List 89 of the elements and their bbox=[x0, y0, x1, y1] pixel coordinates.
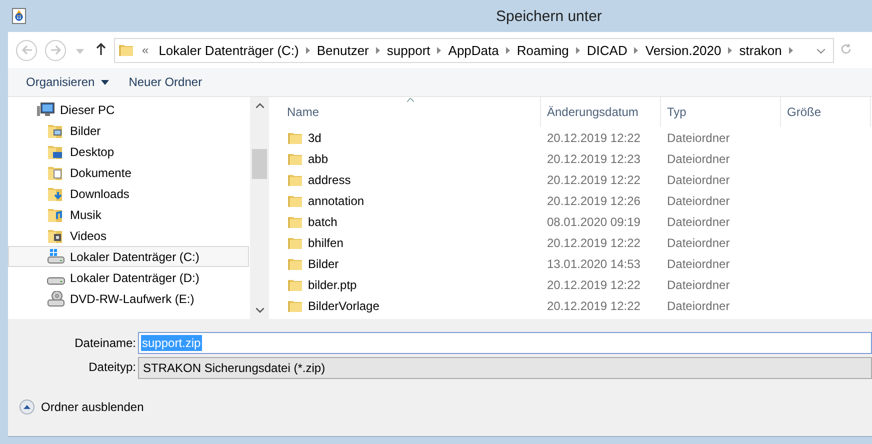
file-name[interactable]: address bbox=[269, 172, 541, 188]
sidebar-item[interactable]: Dokumente bbox=[8, 162, 249, 183]
breadcrumb-item[interactable]: Benutzer bbox=[312, 42, 373, 58]
dvd-drive-icon bbox=[47, 290, 65, 306]
file-name[interactable]: BilderVorlage bbox=[269, 298, 541, 314]
column-header[interactable]: Änderungsdatum bbox=[541, 97, 661, 127]
table-cell-text: 13.01.2020 14:53 bbox=[546, 256, 642, 270]
table-cell-text: Dateiordner bbox=[666, 298, 731, 312]
column-header[interactable]: Name bbox=[269, 97, 541, 127]
forward-arrow-icon bbox=[50, 45, 62, 55]
breadcrumb-item[interactable]: support bbox=[382, 42, 434, 58]
chevron-icon[interactable] bbox=[376, 47, 380, 54]
back-arrow-icon bbox=[20, 45, 32, 55]
table-cell-text: 20.12.2019 12:22 bbox=[546, 236, 642, 250]
table-cell-text: Dateiordner bbox=[666, 194, 731, 208]
sidebar-item[interactable]: Downloads bbox=[8, 183, 249, 204]
sidebar-item[interactable]: Desktop bbox=[8, 141, 249, 162]
chevron-icon[interactable] bbox=[634, 47, 638, 54]
chevron-icon[interactable] bbox=[788, 47, 793, 54]
documents-folder-icon bbox=[47, 164, 65, 180]
folder-icon bbox=[118, 42, 134, 58]
field-label: Dateiname: bbox=[74, 336, 137, 350]
videos-folder-icon bbox=[47, 228, 65, 244]
downloads-folder-icon bbox=[47, 186, 65, 202]
sidebar-item[interactable]: Lokaler Datenträger (D:) bbox=[8, 267, 249, 288]
desktop-folder-icon bbox=[47, 144, 65, 160]
address-bar[interactable]: « Lokaler Datenträger (C:) Benutzer support AppData Roaming DICAD Version.2020 strakon bbox=[114, 38, 834, 62]
table-cell-text: Dateiordner bbox=[666, 256, 731, 270]
file-name[interactable]: bhilfen bbox=[269, 234, 541, 250]
table-cell-text: 08.01.2020 09:19 bbox=[546, 214, 642, 228]
collapse-icon bbox=[19, 399, 35, 415]
column-header[interactable]: Typ bbox=[661, 97, 781, 127]
file-name[interactable]: 3d bbox=[269, 130, 541, 146]
table-cell-text: Dateiordner bbox=[666, 236, 731, 250]
table-cell-text: Dateiordner bbox=[666, 278, 731, 292]
table-cell-text: 20.12.2019 12:22 bbox=[546, 298, 642, 312]
table-cell-text: Dateiordner bbox=[666, 214, 731, 228]
window-title: Speichern unter bbox=[496, 8, 602, 24]
column-header[interactable]: Größe bbox=[781, 97, 871, 127]
sidebar-item[interactable]: Videos bbox=[8, 225, 249, 246]
sidebar-item[interactable]: Lokaler Datenträger (C:) bbox=[8, 246, 249, 267]
toolbar-button[interactable]: Neuer Ordner bbox=[120, 71, 210, 93]
chevron-icon[interactable] bbox=[506, 47, 510, 54]
breadcrumb-item[interactable]: Roaming bbox=[512, 42, 573, 58]
hide-folders-toggle[interactable]: Ordner ausblenden bbox=[19, 399, 144, 415]
file-name[interactable]: Bilder bbox=[269, 256, 541, 272]
sidebar-item[interactable]: Bilder bbox=[8, 120, 249, 141]
chevron-icon[interactable] bbox=[306, 47, 310, 54]
scrollbar-thumb[interactable] bbox=[252, 149, 267, 179]
table-cell-text: Dateiordner bbox=[666, 130, 731, 144]
refresh-icon[interactable] bbox=[840, 42, 852, 54]
file-name[interactable]: abb bbox=[269, 150, 541, 166]
drive-icon bbox=[47, 276, 65, 284]
breadcrumb-item[interactable]: strakon bbox=[735, 42, 786, 58]
system-drive-icon bbox=[47, 248, 65, 264]
table-cell-text: 20.12.2019 12:26 bbox=[546, 194, 642, 208]
sidebar-item[interactable]: Musik bbox=[8, 204, 249, 225]
table-cell-text: 20.12.2019 12:22 bbox=[546, 278, 642, 292]
dropdown-icon[interactable] bbox=[817, 49, 825, 54]
filetype-dropdown[interactable]: STRAKON Sicherungsdatei (*.zip) bbox=[138, 357, 872, 379]
table-cell-text: 20.12.2019 12:23 bbox=[546, 152, 642, 166]
caret-icon bbox=[100, 80, 109, 84]
file-name[interactable]: batch bbox=[269, 214, 541, 230]
table-cell-text: Dateiordner bbox=[666, 152, 731, 166]
file-name[interactable]: annotation bbox=[269, 192, 541, 208]
scroll-up-icon[interactable] bbox=[256, 103, 264, 108]
chevron-icon[interactable] bbox=[728, 47, 732, 54]
organize-menu[interactable]: Organisieren bbox=[18, 71, 117, 93]
breadcrumb-item[interactable]: Lokaler Datenträger (C:) bbox=[154, 42, 303, 58]
sidebar-item[interactable]: DVD-RW-Laufwerk (E:) bbox=[8, 288, 249, 309]
computer-icon bbox=[37, 102, 55, 118]
music-folder-icon bbox=[47, 206, 65, 222]
scrollbar[interactable] bbox=[250, 97, 268, 319]
table-cell-text: Dateiordner bbox=[666, 172, 731, 186]
app-icon bbox=[12, 8, 26, 24]
breadcrumb-item[interactable]: Version.2020 bbox=[641, 42, 726, 58]
sidebar-item[interactable]: Dieser PC bbox=[8, 99, 249, 120]
breadcrumb-item[interactable]: AppData bbox=[444, 42, 503, 58]
chevron-icon[interactable] bbox=[437, 47, 442, 54]
file-name[interactable]: bilder.ptp bbox=[269, 276, 541, 292]
up-arrow-icon[interactable] bbox=[96, 42, 106, 54]
field-label: Dateityp: bbox=[88, 360, 137, 374]
breadcrumb-item[interactable]: DICAD bbox=[582, 42, 632, 58]
scroll-down-icon[interactable] bbox=[256, 308, 264, 313]
overflow-chevron[interactable]: « bbox=[142, 43, 149, 57]
table-cell-text: 20.12.2019 12:22 bbox=[546, 130, 642, 144]
chevron-icon[interactable] bbox=[576, 47, 580, 54]
table-cell-text: 20.12.2019 12:22 bbox=[546, 172, 642, 186]
pictures-folder-icon bbox=[47, 122, 65, 138]
